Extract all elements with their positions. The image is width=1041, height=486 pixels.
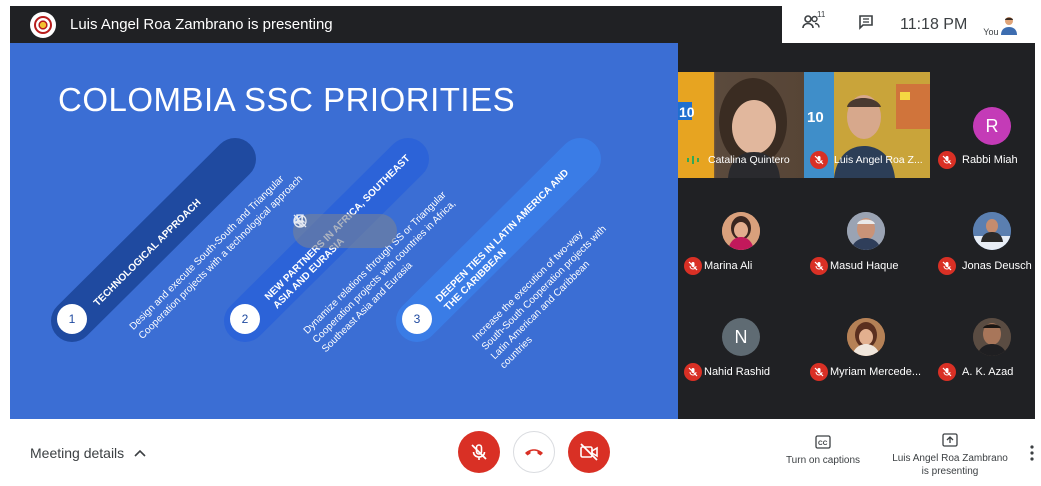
present-screen-icon xyxy=(942,433,958,447)
captions-button[interactable]: CC Turn on captions xyxy=(782,435,864,466)
presenting-status: is presenting xyxy=(921,466,979,477)
self-avatar-icon[interactable] xyxy=(1000,15,1018,35)
muted-icon xyxy=(810,257,828,275)
chat-icon xyxy=(859,15,873,30)
presentation-slide: COLOMBIA SSC PRIORITIES 1 TECHNOLOGICAL … xyxy=(10,43,678,419)
more-options-icon[interactable] xyxy=(1030,445,1034,461)
camera-off-icon xyxy=(580,443,598,461)
microphone-toggle-button[interactable] xyxy=(458,431,500,473)
muted-icon xyxy=(810,363,828,381)
meeting-details-label: Meeting details xyxy=(30,445,125,461)
participant-tile[interactable]: Masud Haque xyxy=(804,178,923,284)
muted-icon xyxy=(810,151,828,169)
avatar xyxy=(973,318,1011,356)
avatar xyxy=(847,318,885,356)
speaking-indicator-icon xyxy=(687,156,699,164)
avatar: N xyxy=(722,318,760,356)
muted-icon xyxy=(938,363,956,381)
svg-text:CC: CC xyxy=(818,440,828,447)
participants-count: 11 xyxy=(817,10,826,19)
participant-name: Jonas Deusch xyxy=(962,260,1032,272)
hang-up-icon xyxy=(525,449,543,456)
pin-controls-overlay xyxy=(293,214,397,248)
presenting-name: Luis Angel Roa Zambrano xyxy=(892,453,1008,464)
participant-name: A. K. Azad xyxy=(962,366,1014,378)
participant-tile[interactable]: Marina Ali xyxy=(678,178,797,284)
participants-grid: 10 Catalina Quintero 10 Luis Angel Roa Z… xyxy=(678,43,1035,419)
avatar xyxy=(847,212,885,250)
control-bar: Meeting details CC Turn on captions Luis… xyxy=(0,419,1041,486)
captions-label: Turn on captions xyxy=(785,455,861,466)
participant-tile[interactable]: Jonas Deusch xyxy=(930,178,1035,284)
avatar xyxy=(722,212,760,250)
muted-icon xyxy=(938,151,956,169)
slide-title: COLOMBIA SSC PRIORITIES xyxy=(58,81,516,118)
camera-toggle-button[interactable] xyxy=(568,431,610,473)
participant-name: Masud Haque xyxy=(830,260,899,272)
participant-name: Myriam Mercede... xyxy=(830,366,922,378)
video-tile-catalina[interactable]: 10 Catalina Quintero xyxy=(678,72,804,178)
video-tile-luis[interactable]: 10 Luis Angel Roa Z... xyxy=(804,72,930,178)
item-number-3: 3 xyxy=(402,304,432,334)
mic-off-icon xyxy=(471,444,487,460)
participant-tile[interactable]: N Nahid Rashid xyxy=(678,284,797,390)
participant-name: Rabbi Miah xyxy=(962,154,1018,166)
participant-tile[interactable]: A. K. Azad xyxy=(930,284,1035,390)
colombia-seal-icon xyxy=(30,11,56,38)
meeting-details-button[interactable]: Meeting details xyxy=(30,445,146,461)
avatar: R xyxy=(973,107,1011,145)
presenter-title: Luis Angel Roa Zambrano is presenting xyxy=(70,16,333,33)
status-bar: 11 11:18 PM You xyxy=(782,6,1035,43)
svg-text:10: 10 xyxy=(807,109,824,126)
presentation-header: Luis Angel Roa Zambrano is presenting xyxy=(10,6,782,43)
svg-text:10: 10 xyxy=(679,104,695,120)
participants-button[interactable]: 11 xyxy=(802,10,825,35)
closed-captions-icon: CC xyxy=(815,435,831,449)
muted-icon xyxy=(938,257,956,275)
participant-tile[interactable]: Myriam Mercede... xyxy=(804,284,923,390)
muted-icon xyxy=(684,363,702,381)
participant-name: Luis Angel Roa Z... xyxy=(834,154,923,166)
item-number-2: 2 xyxy=(230,304,260,334)
you-label: You xyxy=(983,26,999,37)
presenting-button[interactable]: Luis Angel Roa Zambrano is presenting xyxy=(888,433,1012,478)
chevron-up-icon xyxy=(134,449,146,457)
muted-icon xyxy=(684,257,702,275)
participant-tile[interactable]: R Rabbi Miah xyxy=(930,72,1035,178)
participant-name: Catalina Quintero xyxy=(708,154,790,166)
avatar xyxy=(973,212,1011,250)
item-number-1: 1 xyxy=(57,304,87,334)
chat-button[interactable] xyxy=(858,14,874,35)
remove-icon[interactable] xyxy=(293,214,307,228)
leave-call-button[interactable] xyxy=(513,431,555,473)
participant-name: Marina Ali xyxy=(704,260,753,272)
participant-name: Nahid Rashid xyxy=(704,366,771,378)
clock: 11:18 PM xyxy=(900,15,968,33)
